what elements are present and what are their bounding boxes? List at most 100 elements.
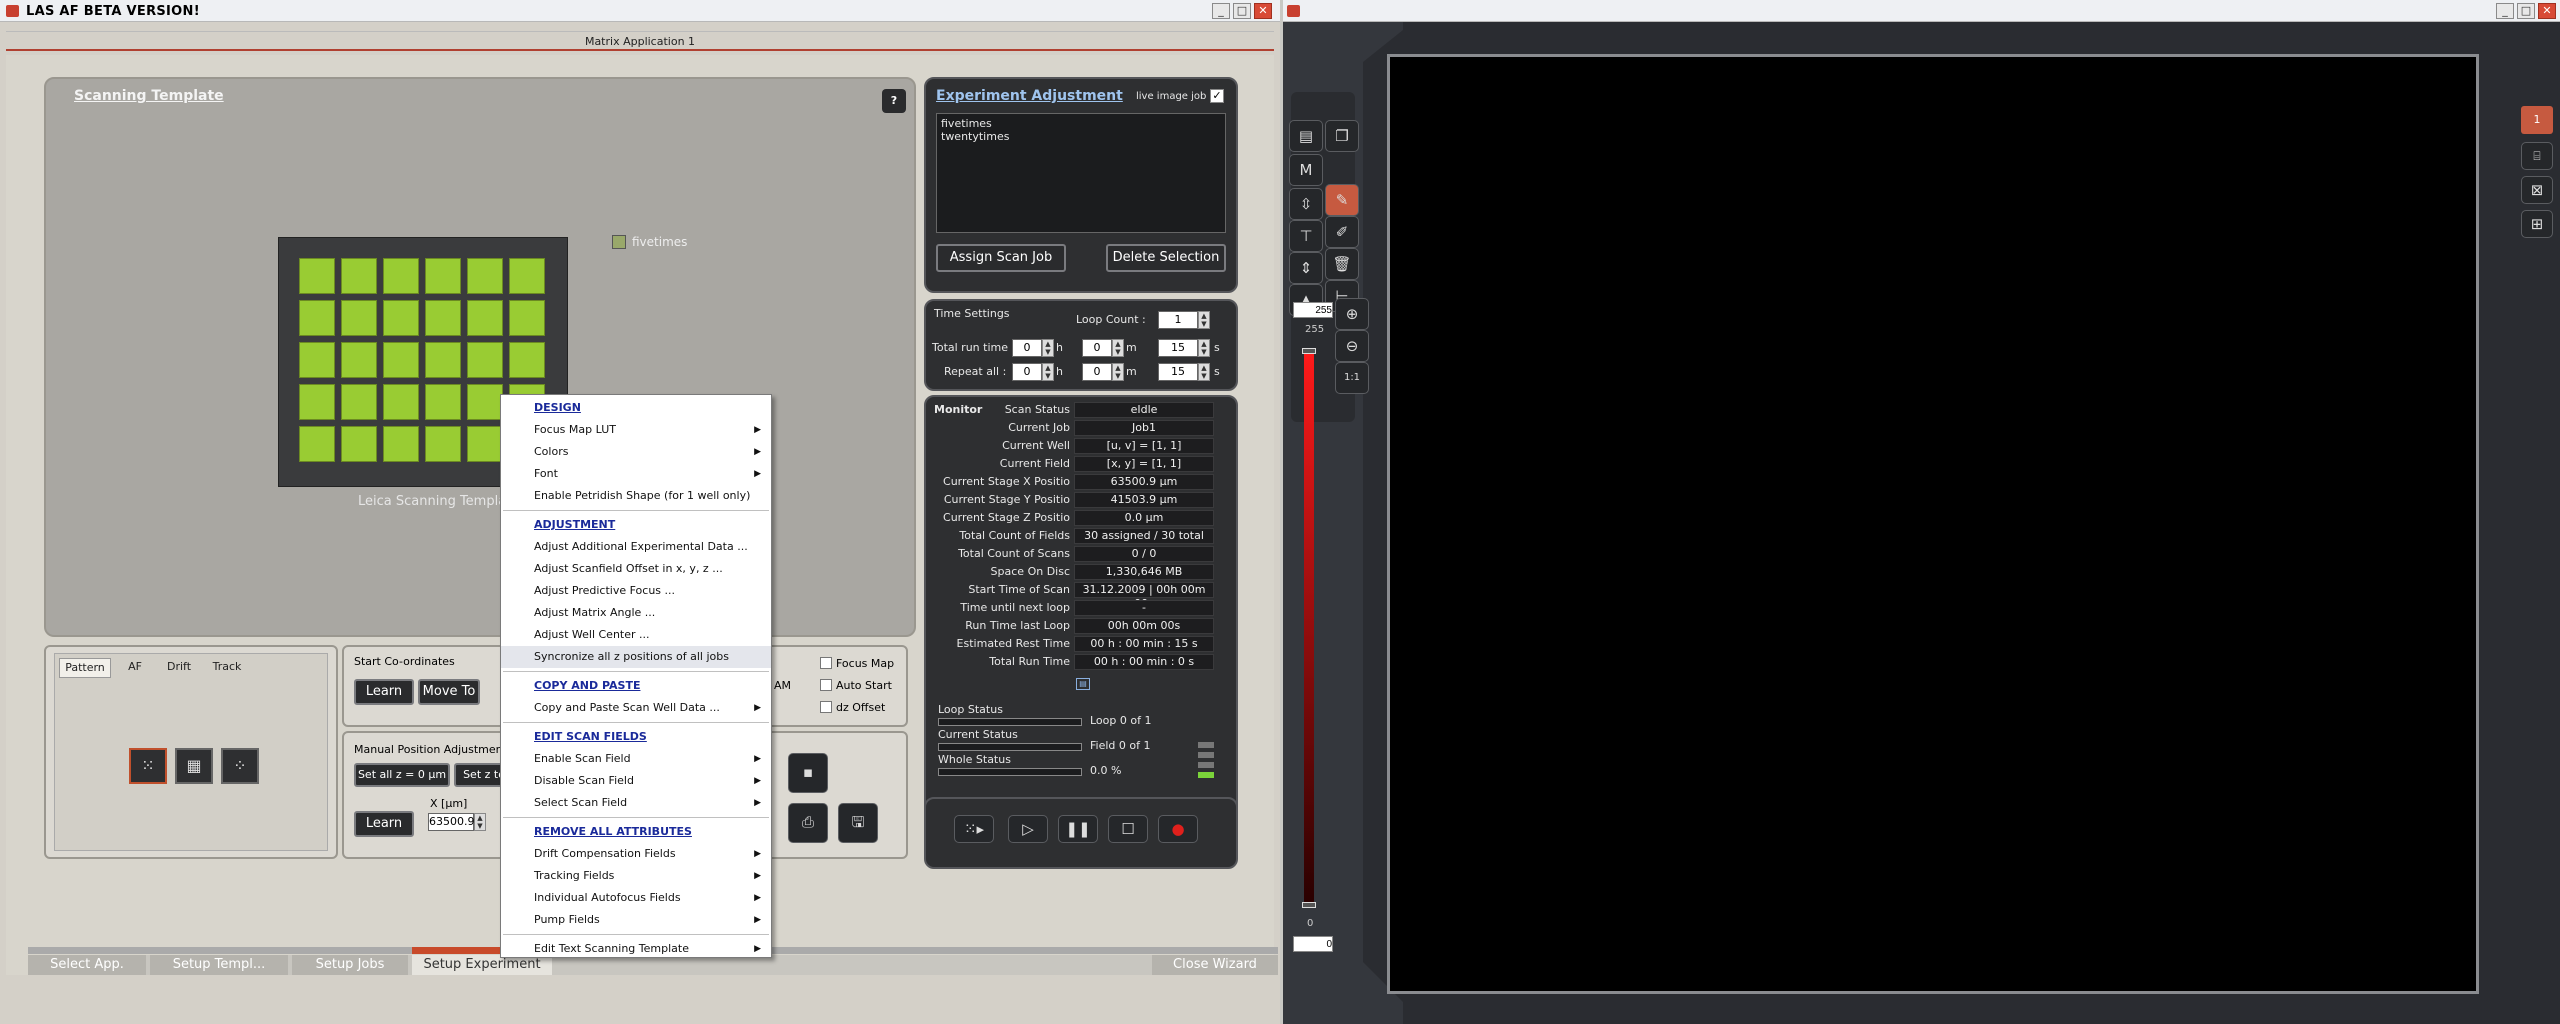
well-cell[interactable] bbox=[299, 258, 335, 294]
trash-icon[interactable]: 🗑 bbox=[1325, 248, 1359, 280]
move-to-button[interactable]: Move To bbox=[418, 679, 480, 705]
well-cell[interactable] bbox=[383, 258, 419, 294]
pause-icon[interactable]: ❚❚ bbox=[1058, 815, 1098, 843]
overlay-icon[interactable]: ❐ bbox=[1325, 120, 1359, 152]
tile-view-icon[interactable]: ⊞ bbox=[2521, 210, 2553, 238]
context-menu[interactable]: DESIGN Focus Map LUT ▶ Colors ▶ Font ▶ Enable P… bbox=[500, 394, 772, 958]
total-seconds-field[interactable]: 15 bbox=[1158, 339, 1198, 357]
job-list[interactable]: fivetimes twentytimes bbox=[936, 113, 1226, 233]
menu-item[interactable]: Individual Autofocus Fields ▶ bbox=[501, 887, 771, 909]
menu-item[interactable]: Adjust Matrix Angle ... bbox=[501, 602, 771, 624]
well-cell[interactable] bbox=[467, 342, 503, 378]
well-cell[interactable] bbox=[425, 426, 461, 462]
lut-max-handle[interactable] bbox=[1302, 348, 1316, 354]
well-cell[interactable] bbox=[341, 384, 377, 420]
record-icon[interactable]: ● bbox=[1158, 815, 1198, 843]
max-intensity-field[interactable] bbox=[1293, 302, 1333, 318]
min-intensity-field[interactable] bbox=[1293, 936, 1333, 952]
well-cell[interactable] bbox=[341, 258, 377, 294]
menu-item[interactable]: Edit Text Scanning Template ▶ bbox=[501, 938, 771, 960]
assign-scan-job-button[interactable]: Assign Scan Job bbox=[936, 244, 1066, 272]
menu-item[interactable]: Copy and Paste Scan Well Data ... ▶ bbox=[501, 697, 771, 719]
zoom-out-icon[interactable]: ⊖ bbox=[1335, 330, 1369, 362]
menu-item[interactable]: Drift Compensation Fields ▶ bbox=[501, 843, 771, 865]
well-cell[interactable] bbox=[467, 258, 503, 294]
menu-item[interactable]: Font ▶ bbox=[501, 463, 771, 485]
well-cell[interactable] bbox=[383, 426, 419, 462]
wizard-step-setup-template[interactable]: Setup Templ... bbox=[150, 955, 288, 975]
well-cell[interactable] bbox=[299, 342, 335, 378]
tab-af[interactable]: AF bbox=[115, 658, 155, 678]
channel-1-button[interactable]: 1 bbox=[2521, 106, 2553, 134]
minimize-button[interactable]: _ bbox=[1212, 3, 1230, 19]
max-stack-icon[interactable]: ⌸ bbox=[2521, 142, 2553, 170]
repeat-hours-field[interactable]: 0 bbox=[1012, 363, 1042, 381]
well-cell[interactable] bbox=[299, 384, 335, 420]
menu-item[interactable]: Colors ▶ bbox=[501, 441, 771, 463]
pencil-icon[interactable]: ✎ bbox=[1325, 184, 1359, 216]
well-cell[interactable] bbox=[341, 342, 377, 378]
well-cell[interactable] bbox=[509, 258, 545, 294]
tab-track[interactable]: Track bbox=[205, 658, 249, 678]
repeat-minutes-stepper[interactable]: ▲ ▼ bbox=[1112, 363, 1124, 381]
lut-min-handle[interactable] bbox=[1302, 902, 1316, 908]
printer-icon[interactable]: ⎙ bbox=[788, 803, 828, 843]
repeat-seconds-stepper[interactable]: ▲ ▼ bbox=[1198, 363, 1210, 381]
well-cell[interactable] bbox=[299, 426, 335, 462]
well-cell[interactable] bbox=[341, 300, 377, 336]
well-cell[interactable] bbox=[383, 300, 419, 336]
tab-pattern[interactable]: Pattern bbox=[59, 658, 111, 678]
menu-item[interactable]: Tracking Fields ▶ bbox=[501, 865, 771, 887]
dz-offset-checkbox[interactable] bbox=[820, 701, 832, 713]
tab-drift[interactable]: Drift bbox=[157, 658, 201, 678]
set-all-z-button[interactable]: Set all z = 0 µm bbox=[354, 763, 450, 787]
total-hours-field[interactable]: 0 bbox=[1012, 339, 1042, 357]
menu-item[interactable]: Adjust Well Center ... bbox=[501, 624, 771, 646]
well-cell[interactable] bbox=[383, 342, 419, 378]
wizard-step-setup-jobs[interactable]: Setup Jobs bbox=[292, 955, 408, 975]
z-step-icon[interactable]: ⇳ bbox=[1289, 188, 1323, 220]
viewer-close-button[interactable]: ✕ bbox=[2538, 3, 2556, 19]
zoom-in-icon[interactable]: ⊕ bbox=[1335, 298, 1369, 330]
loop-count-field[interactable]: 1 bbox=[1158, 311, 1198, 329]
menu-item[interactable]: Adjust Scanfield Offset in x, y, z ... bbox=[501, 558, 771, 580]
intensity-lut-bar[interactable] bbox=[1304, 352, 1314, 902]
wizard-step-select-app[interactable]: Select App. bbox=[28, 955, 146, 975]
x-position-stepper[interactable]: ▲ ▼ bbox=[474, 813, 486, 831]
menu-item[interactable]: Adjust Predictive Focus ... bbox=[501, 580, 771, 602]
focus-map-checkbox[interactable] bbox=[820, 657, 832, 669]
total-seconds-stepper[interactable]: ▲ ▼ bbox=[1198, 339, 1210, 357]
well-cell[interactable] bbox=[467, 426, 503, 462]
viewer-maximize-button[interactable]: □ bbox=[2517, 3, 2535, 19]
max-projection-icon[interactable]: M bbox=[1289, 154, 1323, 186]
repeat-minutes-field[interactable]: 0 bbox=[1082, 363, 1112, 381]
total-hours-stepper[interactable]: ▲ ▼ bbox=[1042, 339, 1054, 357]
well-cell[interactable] bbox=[299, 300, 335, 336]
menu-item[interactable]: Select Scan Field ▶ bbox=[501, 792, 771, 814]
play-icon[interactable]: ▷ bbox=[1008, 815, 1048, 843]
repeat-seconds-field[interactable]: 15 bbox=[1158, 363, 1198, 381]
square-icon[interactable]: ▪ bbox=[788, 753, 828, 793]
loop-count-stepper[interactable]: ▲ ▼ bbox=[1198, 311, 1210, 329]
viewer-minimize-button[interactable]: _ bbox=[2496, 3, 2514, 19]
experiment-adjustment-title[interactable]: Experiment Adjustment bbox=[936, 88, 1123, 104]
job-list-item[interactable]: twentytimes bbox=[941, 130, 1009, 143]
menu-item[interactable]: Enable Petridish Shape (for 1 well only) bbox=[501, 485, 771, 507]
maximize-button[interactable]: □ bbox=[1233, 3, 1251, 19]
lut-icon[interactable]: ▤ bbox=[1289, 120, 1323, 152]
menu-item[interactable]: Pump Fields ▶ bbox=[501, 909, 771, 931]
well-cell[interactable] bbox=[425, 342, 461, 378]
well-cell[interactable] bbox=[509, 300, 545, 336]
stop-icon[interactable]: ☐ bbox=[1108, 815, 1148, 843]
menu-item[interactable]: Disable Scan Field ▶ bbox=[501, 770, 771, 792]
pattern-sparse-icon[interactable]: ⁘ bbox=[221, 748, 259, 784]
menu-item[interactable]: Focus Map LUT ▶ bbox=[501, 419, 771, 441]
pattern-dots-icon[interactable]: ⁙ bbox=[129, 748, 167, 784]
total-minutes-field[interactable]: 0 bbox=[1082, 339, 1112, 357]
repeat-hours-stepper[interactable]: ▲ ▼ bbox=[1042, 363, 1054, 381]
scan-pattern-button[interactable]: ⁙▸ bbox=[954, 815, 994, 843]
roi-pencil-icon[interactable]: ✐ bbox=[1325, 216, 1359, 248]
well-cell[interactable] bbox=[425, 300, 461, 336]
live-image-checkbox[interactable]: ✓ bbox=[1210, 89, 1224, 103]
well-cell[interactable] bbox=[383, 384, 419, 420]
